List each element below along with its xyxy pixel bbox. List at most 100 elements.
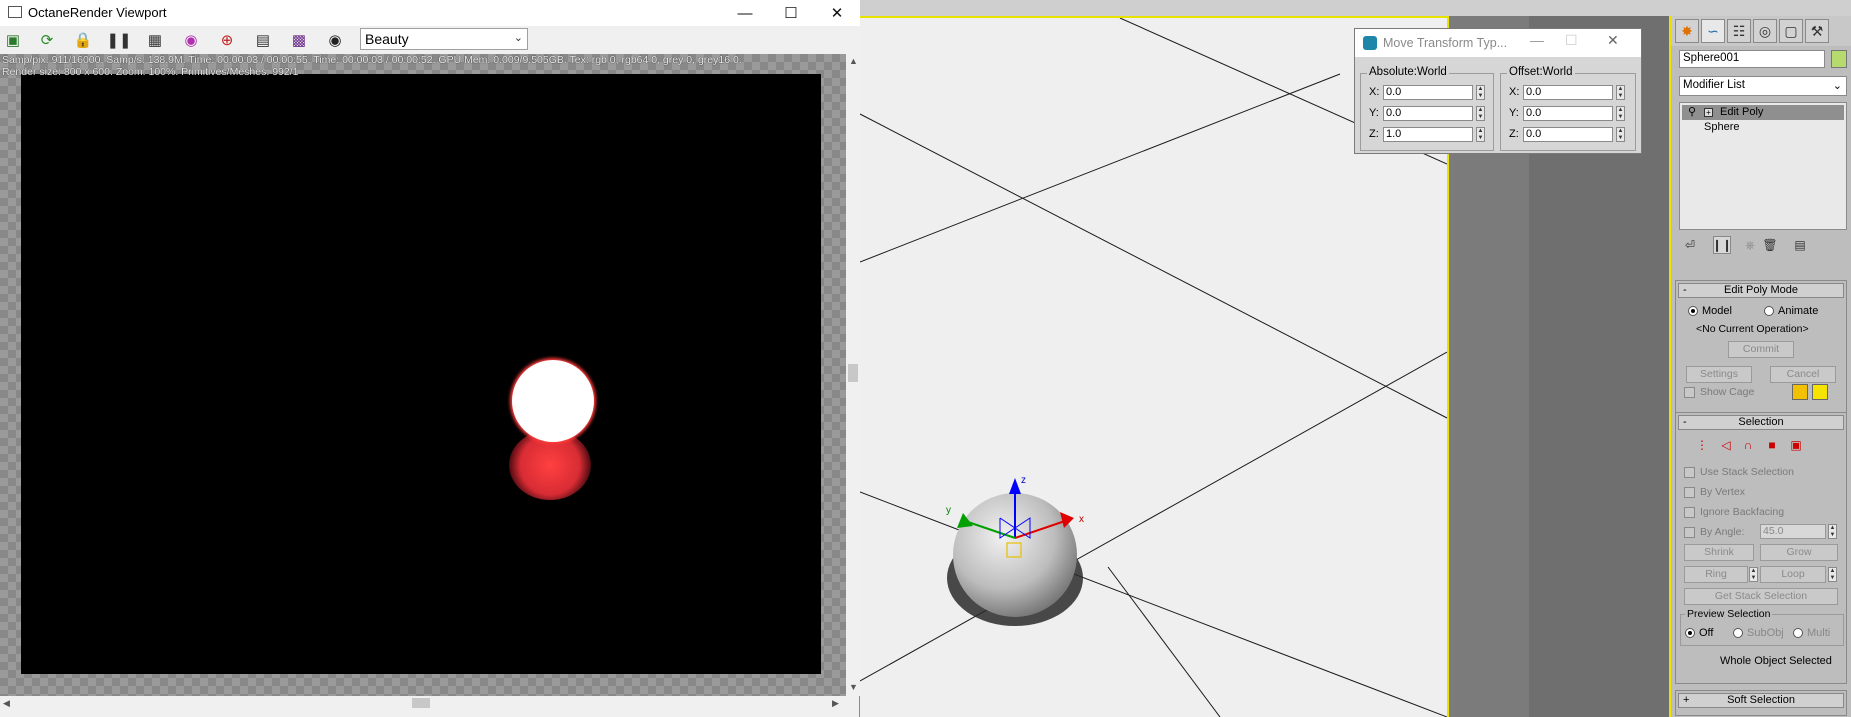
hierarchy-tab-icon[interactable]: ☷ — [1727, 19, 1751, 43]
object-name-field[interactable]: Sphere001 — [1679, 50, 1825, 68]
radio-label: Animate — [1778, 305, 1819, 317]
octane-title-bar[interactable]: OctaneRender Viewport — ☐ ✕ — [0, 0, 860, 26]
stack-item-sphere[interactable]: Sphere — [1682, 120, 1844, 135]
abs-y-field[interactable]: 0.0 — [1383, 105, 1473, 121]
soft-selection-rollout: + Soft Selection — [1675, 690, 1847, 716]
maximize-button[interactable]: ☐ — [1565, 32, 1578, 49]
scroll-thumb[interactable] — [848, 364, 858, 382]
make-unique-icon[interactable]: ⎈ — [1741, 236, 1759, 254]
rollout-header[interactable]: - Selection — [1678, 415, 1844, 430]
render-pass-select[interactable]: Beauty ⌄ — [360, 28, 528, 50]
show-cage-checkbox[interactable]: Show Cage — [1684, 385, 1754, 399]
dialog-title-bar[interactable]: Move Transform Typ... — ☐ ✕ — [1355, 29, 1641, 57]
region-render-icon[interactable]: ▦ — [144, 30, 166, 50]
use-stack-selection-checkbox[interactable]: Use Stack Selection — [1684, 465, 1794, 479]
model-radio[interactable]: Model — [1688, 305, 1732, 317]
remove-modifier-icon[interactable]: 🗑 — [1761, 236, 1779, 254]
camera-icon[interactable]: ◉ — [324, 30, 346, 50]
off-z-field[interactable]: 0.0 — [1523, 126, 1613, 142]
focus-picker-icon[interactable]: ⊕ — [216, 30, 238, 50]
ring-button[interactable]: Ring — [1684, 566, 1748, 583]
gizmo-z-label: z — [1021, 475, 1026, 486]
show-end-result-icon[interactable]: ❙❙ — [1712, 236, 1732, 254]
preview-subobj-radio[interactable]: SubObj — [1733, 627, 1784, 639]
scroll-up-icon[interactable]: ▲ — [849, 56, 858, 66]
edge-icon[interactable]: ◁ — [1718, 437, 1734, 453]
minimize-button[interactable]: — — [722, 0, 768, 26]
scroll-left-icon[interactable]: ◀ — [3, 698, 10, 709]
scroll-right-icon[interactable]: ▶ — [832, 698, 839, 709]
shrink-button[interactable]: Shrink — [1684, 544, 1754, 561]
grow-button[interactable]: Grow — [1760, 544, 1838, 561]
by-angle-checkbox[interactable]: By Angle: — [1684, 525, 1744, 539]
configure-sets-icon[interactable]: ▤ — [1791, 236, 1809, 254]
commit-button[interactable]: Commit — [1728, 341, 1794, 358]
pin-stack-icon[interactable]: ⏎ — [1681, 236, 1699, 254]
gizmo-y-label: y — [946, 505, 951, 516]
settings-button[interactable]: Settings — [1686, 366, 1752, 383]
modifier-list-dropdown[interactable]: Modifier List ⌄ — [1679, 76, 1847, 96]
stack-item-edit-poly[interactable]: ⚲ + Edit Poly — [1682, 105, 1844, 120]
render-image — [21, 74, 821, 674]
maximize-button[interactable]: ☐ — [768, 0, 814, 26]
close-button[interactable]: ✕ — [1607, 32, 1619, 49]
polygon-icon[interactable]: ■ — [1764, 437, 1780, 453]
loop-button[interactable]: Loop — [1760, 566, 1826, 583]
cage-color-swatch-2[interactable] — [1812, 384, 1828, 400]
cancel-button[interactable]: Cancel — [1770, 366, 1836, 383]
vertex-icon[interactable]: ⋮ — [1694, 437, 1710, 453]
spinner-arrows-icon[interactable]: ▲ ▼ — [1476, 105, 1485, 121]
save-render-icon[interactable]: ▣ — [2, 30, 24, 50]
rollout-header[interactable]: + Soft Selection — [1678, 693, 1844, 708]
angle-field[interactable]: 45.0 — [1760, 524, 1826, 539]
by-vertex-checkbox[interactable]: By Vertex — [1684, 485, 1745, 499]
off-x-field[interactable]: 0.0 — [1523, 84, 1613, 100]
pause-icon[interactable]: ❚❚ — [106, 30, 131, 50]
horizontal-scrollbar[interactable]: ◀ ▶ — [0, 696, 846, 710]
abs-z-row: Z: 1.0 ▲ ▼ — [1369, 126, 1485, 142]
cage-color-swatch-1[interactable] — [1792, 384, 1808, 400]
lightbulb-icon[interactable]: ⚲ — [1688, 105, 1696, 120]
spinner-arrows-icon[interactable]: ▲ ▼ — [1476, 84, 1485, 100]
spinner-arrows-icon[interactable]: ▲ ▼ — [1828, 524, 1837, 539]
motion-tab-icon[interactable]: ◎ — [1753, 19, 1777, 43]
selection-rollout: - Selection ⋮ ◁ ∩ ■ ▣ Use Stack Selectio… — [1675, 412, 1847, 684]
spinner-arrows-icon[interactable]: ▲ ▼ — [1616, 84, 1625, 100]
animate-radio[interactable]: Animate — [1764, 305, 1818, 317]
subobject-levels: ⋮ ◁ ∩ ■ ▣ — [1694, 437, 1824, 455]
lock-icon[interactable]: 🔒 — [72, 30, 94, 50]
preview-off-radio[interactable]: Off — [1685, 627, 1713, 639]
window-title: OctaneRender Viewport — [28, 5, 167, 20]
hscroll-thumb[interactable] — [412, 698, 430, 708]
settings-icon[interactable]: ▤ — [252, 30, 274, 50]
abs-z-field[interactable]: 1.0 — [1383, 126, 1473, 142]
create-tab-icon[interactable]: ✸ — [1675, 19, 1699, 43]
octane-render-canvas[interactable]: Samp/pix: 911/16000. Samp/s: 138.9M. Tim… — [0, 54, 848, 696]
element-icon[interactable]: ▣ — [1788, 437, 1804, 453]
spinner-arrows-icon[interactable]: ▲ ▼ — [1476, 126, 1485, 142]
modify-tab-icon[interactable]: ∽ — [1701, 19, 1725, 43]
ignore-backfacing-checkbox[interactable]: Ignore Backfacing — [1684, 505, 1784, 519]
spinner-arrows-icon[interactable]: ▲ ▼ — [1749, 567, 1758, 582]
close-button[interactable]: ✕ — [814, 0, 860, 26]
color-picker-icon[interactable]: ◉ — [180, 30, 202, 50]
scroll-down-icon[interactable]: ▼ — [849, 682, 858, 692]
border-icon[interactable]: ∩ — [1740, 437, 1756, 453]
vertical-scrollbar[interactable]: ▲ ▼ — [846, 54, 860, 696]
utilities-tab-icon[interactable]: ⚒ — [1805, 19, 1829, 43]
preview-multi-radio[interactable]: Multi — [1793, 627, 1830, 639]
rollout-header[interactable]: - Edit Poly Mode — [1678, 283, 1844, 298]
expand-icon[interactable]: + — [1704, 108, 1713, 117]
film-icon[interactable]: ▩ — [288, 30, 310, 50]
get-stack-selection-button[interactable]: Get Stack Selection — [1684, 588, 1838, 605]
restart-render-icon[interactable]: ⟳ — [36, 30, 58, 50]
object-color-swatch[interactable] — [1831, 50, 1847, 68]
window-app-icon — [8, 6, 22, 18]
spinner-arrows-icon[interactable]: ▲ ▼ — [1616, 105, 1625, 121]
minimize-button[interactable]: — — [1530, 32, 1544, 48]
spinner-arrows-icon[interactable]: ▲ ▼ — [1828, 567, 1837, 582]
spinner-arrows-icon[interactable]: ▲ ▼ — [1616, 126, 1625, 142]
abs-x-field[interactable]: 0.0 — [1383, 84, 1473, 100]
display-tab-icon[interactable]: ▢ — [1779, 19, 1803, 43]
off-y-field[interactable]: 0.0 — [1523, 105, 1613, 121]
